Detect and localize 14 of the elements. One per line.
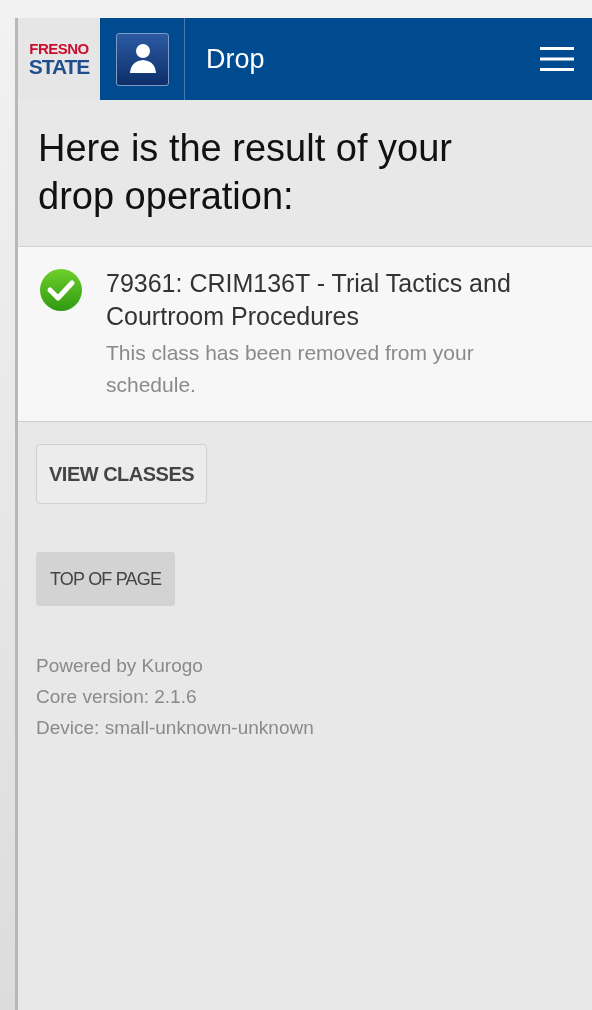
user-button[interactable] xyxy=(116,32,169,86)
menu-button[interactable] xyxy=(540,46,574,72)
footer-text: Core version: 2.1.6 xyxy=(36,685,198,709)
footer-text: Powered by Kurogo xyxy=(36,654,204,678)
result-heading: Here is the result of your drop operation: xyxy=(37,126,453,219)
menu-icon xyxy=(540,46,574,72)
view-classes-button[interactable]: VIEW CLASSES xyxy=(36,444,208,504)
result-message: This class has been removed from your schedule. xyxy=(106,340,475,398)
university-logo[interactable]: FRESNO STATE xyxy=(18,18,100,100)
footer-text: Device: small-unknown-unknown xyxy=(36,716,314,740)
class-title: 79361: CRIM136T - Trial Tactics and Courtroom Procedures xyxy=(106,268,512,332)
top-of-page-button[interactable]: TOP OF PAGE xyxy=(36,552,176,606)
page-title: Drop xyxy=(206,43,266,75)
check-icon xyxy=(38,267,84,313)
